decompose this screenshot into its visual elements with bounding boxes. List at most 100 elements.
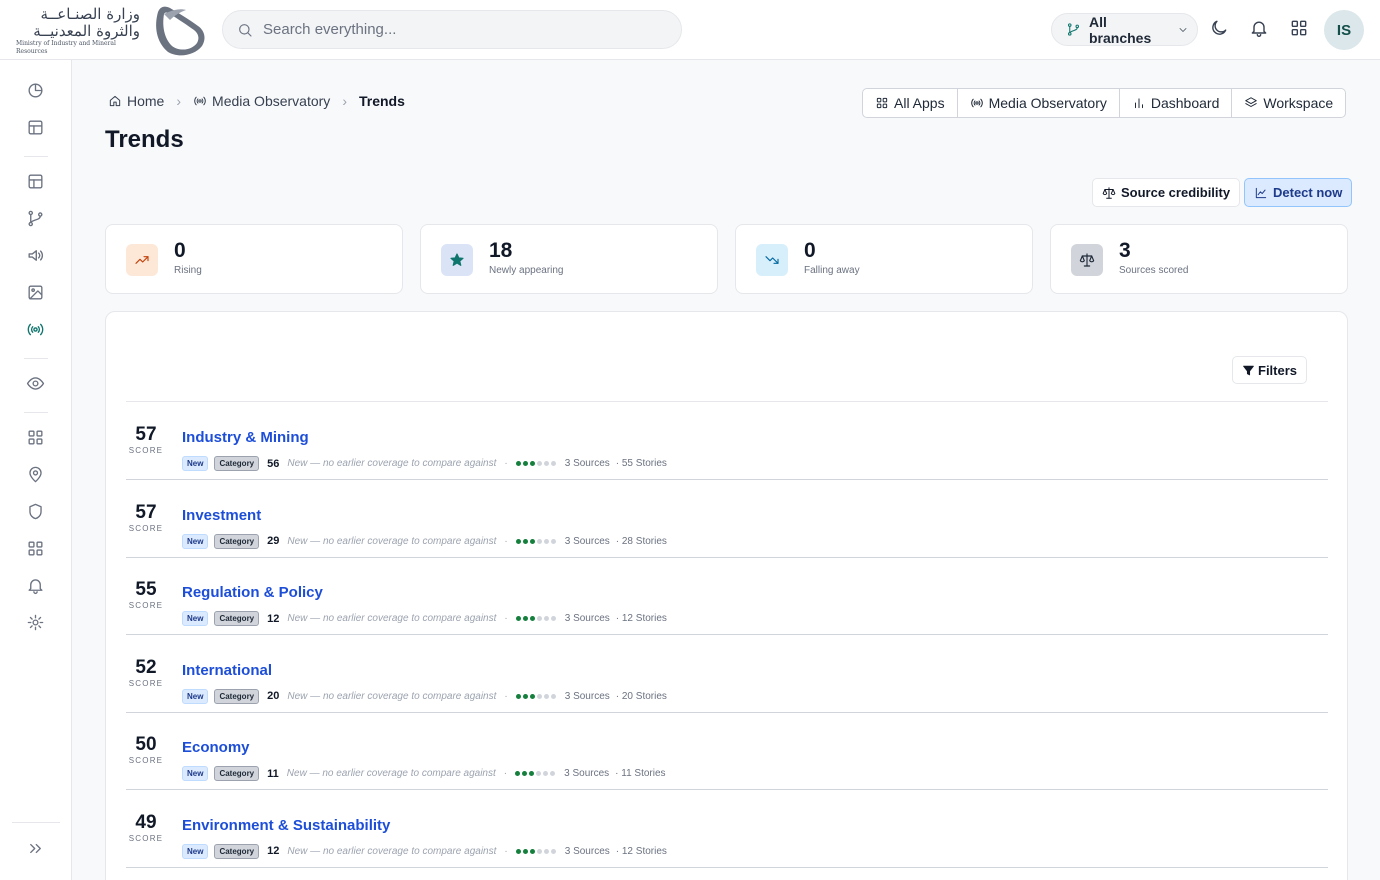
- sidebar-item-media-observatory[interactable]: [26, 320, 46, 340]
- sidebar-item-security[interactable]: [26, 502, 46, 522]
- filters-label: Filters: [1258, 362, 1298, 378]
- trend-sources: 3 Sources: [564, 535, 610, 547]
- trend-name-link[interactable]: Economy: [182, 739, 250, 756]
- trend-row[interactable]: 49 SCORE Environment & Sustainability Ne…: [126, 790, 1328, 868]
- new-badge: New: [182, 766, 209, 781]
- sidebar-item-board[interactable]: [26, 172, 46, 192]
- stat-card-sources-scored: 3 Sources scored: [1050, 224, 1348, 294]
- credibility-dots: [515, 461, 558, 466]
- search-input[interactable]: [263, 21, 663, 38]
- filter-icon: [1242, 364, 1258, 377]
- credibility-dot: [522, 616, 528, 621]
- broadcast-icon: [26, 320, 46, 339]
- workspace-button[interactable]: Workspace: [1232, 89, 1345, 117]
- credibility-dot: [536, 616, 542, 621]
- theme-toggle-button[interactable]: [1209, 18, 1229, 38]
- filters-button[interactable]: Filters: [1232, 356, 1308, 384]
- trend-row[interactable]: 50 SCORE Economy New Category 11 New — n…: [126, 712, 1328, 790]
- stat-label: Newly appearing: [489, 265, 564, 276]
- dashboard-button[interactable]: Dashboard: [1120, 89, 1233, 117]
- new-badge: New: [182, 533, 209, 549]
- trend-name-link[interactable]: Regulation & Policy: [182, 584, 323, 601]
- credibility-dots: [515, 771, 557, 776]
- image-icon: [26, 283, 46, 302]
- page-title: Trends: [105, 126, 184, 153]
- credibility-dot: [529, 848, 535, 854]
- scale-icon: [1102, 186, 1121, 200]
- sidebar-item-apps[interactable]: [26, 428, 46, 448]
- speaker-icon: [26, 246, 46, 265]
- credibility-dots: [515, 693, 558, 699]
- all-apps-label: All Apps: [894, 95, 945, 111]
- ministry-logo-text[interactable]: وزارة الصنـاعــة والثروة المعدنيــة Mini…: [14, 6, 140, 56]
- git-branch-icon: [26, 209, 46, 228]
- stat-label: Falling away: [804, 265, 860, 276]
- workspace-label: Workspace: [1263, 95, 1334, 111]
- sidebar-item-locations[interactable]: [26, 465, 46, 485]
- sidebar-item-branches[interactable]: [26, 209, 46, 229]
- new-badge: New: [182, 456, 209, 471]
- sidebar-item-media[interactable]: [26, 283, 46, 303]
- credibility-dot: [536, 538, 542, 544]
- trend-row[interactable]: 57 SCORE Industry & Mining New Category …: [126, 402, 1328, 480]
- apps-grid-button[interactable]: [1289, 18, 1309, 38]
- trend-name-link[interactable]: Environment & Sustainability: [182, 817, 390, 834]
- credibility-dot: [550, 538, 556, 544]
- trend-row[interactable]: 57 SCORE Investment New Category 29 New …: [126, 480, 1328, 558]
- all-apps-button[interactable]: All Apps: [863, 89, 958, 117]
- trend-name-link[interactable]: Investment: [182, 507, 261, 524]
- breadcrumb-section-label: Media Observatory: [212, 93, 331, 109]
- breadcrumb-media-observatory[interactable]: Media Observatory: [193, 93, 330, 109]
- user-avatar[interactable]: IS: [1324, 10, 1364, 50]
- trend-row[interactable]: 55 SCORE Regulation & Policy New Categor…: [126, 557, 1328, 635]
- git-branch-icon: [1066, 22, 1089, 37]
- trend-name-link[interactable]: Industry & Mining: [182, 429, 309, 446]
- credibility-dot: [550, 461, 556, 466]
- credibility-dot: [515, 771, 521, 776]
- stat-value: 0: [174, 239, 186, 262]
- sidebar-item-monitoring[interactable]: [26, 374, 46, 394]
- trend-score: 49 SCORE: [126, 812, 166, 844]
- breadcrumb-separator: ›: [176, 93, 182, 109]
- branch-selector[interactable]: All branches: [1051, 13, 1198, 46]
- sidebar-item-modules[interactable]: [26, 539, 46, 559]
- sidebar-item-analytics[interactable]: [26, 81, 46, 101]
- trend-sources: 3 Sources: [564, 458, 610, 469]
- trend-sources: 3 Sources: [564, 613, 610, 624]
- trend-name-link[interactable]: International: [182, 662, 272, 679]
- media-observatory-button[interactable]: Media Observatory: [958, 89, 1120, 117]
- trend-note: New — no earlier coverage to compare aga…: [287, 613, 497, 624]
- trend-score-value: 50: [135, 734, 157, 755]
- layout-icon: [26, 172, 46, 191]
- chevron-down-icon: [1169, 24, 1197, 36]
- credibility-dot: [550, 616, 556, 621]
- sidebar-item-settings[interactable]: [26, 613, 46, 633]
- map-pin-icon: [26, 465, 46, 484]
- trending-up-icon: [134, 252, 150, 268]
- trend-sources: 3 Sources: [564, 768, 610, 779]
- sidebar-item-layout[interactable]: [26, 118, 46, 138]
- sidebar-item-alerts[interactable]: [26, 576, 46, 596]
- sidebar-item-announcements[interactable]: [26, 246, 46, 266]
- credibility-dot: [522, 461, 528, 466]
- bell-icon: [1249, 18, 1269, 38]
- global-search[interactable]: [222, 10, 682, 49]
- notifications-button[interactable]: [1249, 18, 1269, 38]
- logo-arabic-line2: والثروة المعدنيــة: [33, 22, 140, 40]
- detect-now-button[interactable]: Detect now: [1244, 178, 1353, 207]
- source-credibility-button[interactable]: Source credibility: [1092, 178, 1241, 207]
- credibility-dot: [529, 538, 535, 544]
- trend-score-value: 55: [135, 579, 157, 600]
- new-badge: New: [182, 688, 209, 704]
- trend-row[interactable]: 52 SCORE International New Category 20 N…: [126, 635, 1328, 713]
- gear-icon: [26, 613, 46, 632]
- stat-value: 18: [489, 239, 513, 262]
- credibility-dot: [522, 538, 528, 544]
- grid-icon: [875, 96, 894, 110]
- trend-meta: New Category 20 New — no earlier coverag…: [182, 688, 667, 704]
- credibility-dot: [529, 771, 535, 776]
- breadcrumb-home[interactable]: Home: [108, 93, 164, 109]
- meta-separator: ·: [504, 535, 508, 547]
- breadcrumb-current: Trends: [358, 93, 405, 109]
- sidebar-expand-button[interactable]: [26, 839, 46, 859]
